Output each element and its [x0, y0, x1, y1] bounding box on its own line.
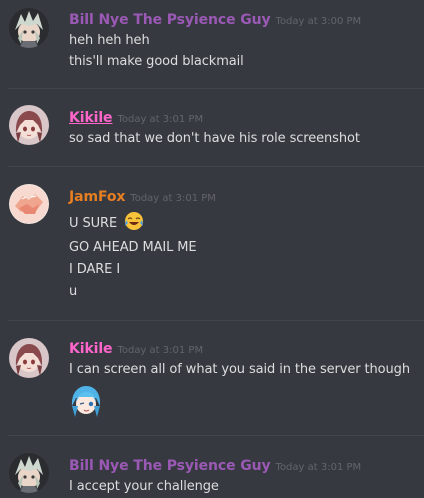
message-timestamp: Today at 3:00 PM [275, 16, 362, 27]
message-text: heh heh heh [69, 33, 150, 48]
message-text: U SURE [69, 211, 144, 235]
anime-avatar-icon [9, 8, 49, 48]
joy-emoji-icon[interactable] [124, 211, 144, 235]
message-author-bill[interactable]: Bill Nye The Psyience Guy [69, 458, 271, 474]
anime-avatar-icon [9, 105, 49, 145]
message-divider [8, 435, 424, 436]
message-text: I can screen all of what you said in the… [69, 362, 410, 377]
message-timestamp: Today at 3:01 PM [275, 462, 362, 473]
message-timestamp: Today at 3:01 PM [117, 114, 204, 125]
message-author-jamfox[interactable]: JamFox [69, 189, 125, 205]
user-avatar-bill[interactable] [9, 453, 49, 493]
message-author-kikile[interactable]: Kikile [69, 341, 113, 357]
message-text: I accept your challenge [69, 479, 219, 494]
hands-avatar-icon [9, 184, 49, 224]
user-avatar-kikile[interactable] [9, 105, 49, 145]
message-author-kikile[interactable]: Kikile [69, 110, 113, 126]
message-divider [8, 88, 424, 89]
message-timestamp: Today at 3:01 PM [117, 345, 204, 356]
message-divider [8, 320, 424, 321]
message-text-content: U SURE [69, 216, 118, 231]
message-timestamp: Today at 3:01 PM [130, 193, 216, 204]
message-divider [8, 166, 424, 167]
message-text: this'll make good blackmail [69, 54, 244, 69]
user-avatar-jamfox[interactable] [9, 184, 49, 224]
chat-message-list: Bill Nye The Psyience Guy Today at 3:00 P… [0, 0, 424, 498]
message-text: GO AHEAD MAIL ME [69, 240, 197, 255]
message-text: I DARE I [69, 262, 121, 277]
anime-avatar-icon [9, 338, 49, 378]
user-avatar-kikile[interactable] [9, 338, 49, 378]
user-avatar-bill[interactable] [9, 8, 49, 48]
message-author-bill[interactable]: Bill Nye The Psyience Guy [69, 12, 271, 28]
anime-avatar-icon [9, 453, 49, 493]
anime-wink-emote-icon[interactable] [69, 384, 103, 418]
message-text: u [69, 284, 78, 299]
message-text: so sad that we don't have his role scree… [69, 131, 360, 146]
